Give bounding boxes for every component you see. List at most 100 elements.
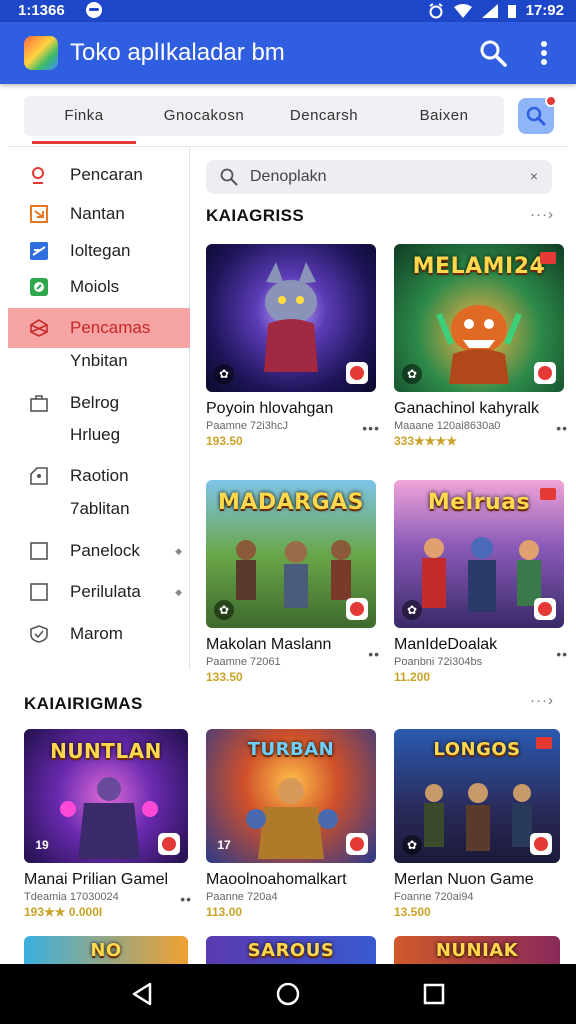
status-clock: 17:92 [525, 2, 564, 19]
square-icon [30, 542, 48, 560]
search-icon [32, 167, 44, 184]
sidebar-item-label: Pencaran [70, 165, 143, 184]
app-card[interactable]: NUNIAK [394, 936, 560, 966]
notification-dot [545, 95, 557, 107]
shield-icon [30, 625, 48, 643]
squad-art [424, 783, 532, 851]
sidebar-item-ioltegan[interactable]: Ioltegan [8, 232, 190, 270]
clear-icon[interactable]: × [530, 168, 538, 184]
tab-finka[interactable]: Finka [24, 96, 144, 144]
system-nav-bar [0, 964, 576, 1024]
warrior-art [246, 778, 338, 859]
section-title: KAIAIRIGMAS [24, 694, 143, 713]
app-thumbnail: LONGOS ✿ [394, 729, 560, 863]
game-icon: ✿ [214, 364, 234, 384]
app-name: Poyoin hlovahgan [206, 400, 334, 417]
sidebar-item-panelock[interactable]: Panelock ◆ [8, 532, 190, 570]
sidebar-item-7ablitan[interactable]: 7ablitan [8, 490, 190, 528]
more-options-icon[interactable]: •• [556, 646, 568, 662]
sidebar-item-marom[interactable]: Marom [8, 615, 190, 653]
app-thumbnail: TURBAN 17 [206, 729, 376, 863]
category-tabs: Finka Gnocakosn Dencarsh Baixen [24, 96, 504, 144]
app-name: Manai Prilian Gamel [24, 871, 169, 888]
play-badge-icon [158, 833, 180, 855]
app-developer: Paamne 72i3hcJ [206, 420, 288, 432]
creature-art [264, 262, 318, 372]
app-card[interactable]: NUNTLAN 19 Manai Prilian Gamel Tdeamia 1… [24, 729, 191, 919]
filter-search-button[interactable] [518, 95, 557, 134]
app-thumbnail: Melruas ✿ [394, 480, 564, 628]
more-vert-icon[interactable] [532, 38, 556, 68]
app-price: 133.50 [206, 670, 243, 684]
flag-icon [540, 252, 556, 264]
heroes-art [422, 537, 541, 612]
app-name: ManIdeDoalak [394, 636, 498, 653]
square-icon [30, 583, 48, 601]
more-options-icon[interactable]: •• [368, 646, 380, 662]
search-icon[interactable] [478, 38, 508, 68]
home-icon[interactable] [274, 980, 302, 1008]
app-developer: Poanbni 72i304bs [394, 656, 483, 668]
app-thumbnail: SAROUS [206, 936, 376, 966]
app-developer: Paamne 72061 [206, 656, 281, 668]
flag-icon [536, 737, 552, 749]
flag-icon [540, 488, 556, 500]
app-name: Merlan Nuon Game [394, 871, 534, 888]
search-placeholder: Denoplakn [250, 168, 327, 185]
app-card[interactable]: MELAMI24 ✿ Ganachinol kahyralk Maaane 12… [394, 244, 567, 448]
sidebar-item-nantan[interactable]: Nantan [8, 195, 190, 233]
app-developer: Maaane 120ai8630a0 [394, 420, 501, 432]
more-options-icon[interactable]: ••• [362, 420, 380, 436]
tab-baixen[interactable]: Baixen [384, 96, 504, 136]
app-card[interactable]: MADARGAS ✿ Makolan Maslann Paamne 72061 … [206, 480, 379, 684]
warrior-art [60, 777, 158, 859]
sidebar-item-hrlueg[interactable]: Hrlueg [8, 416, 190, 454]
back-icon[interactable] [128, 980, 156, 1008]
section-more-button[interactable]: ···› [530, 692, 554, 709]
sidebar-item-label: Ynbitan [70, 351, 128, 370]
app-card[interactable]: Melruas ✿ ManIdeDoalak Poanbni 72i304bs … [394, 480, 567, 684]
sidebar-item-label: 7ablitan [70, 499, 130, 518]
battery-icon [507, 4, 516, 18]
play-badge-icon [534, 598, 556, 620]
sidebar-item-label: Hrlueg [70, 425, 121, 444]
app-price: 193.50 [206, 434, 243, 448]
sidebar-item-ynbitan[interactable]: Ynbitan [8, 342, 190, 380]
app-card[interactable]: LONGOS ✿ Merlan Nuon Game Foanne 720ai94… [394, 729, 560, 919]
sidebar-item-label: Moiols [70, 277, 120, 296]
app-card[interactable]: SAROUS [206, 936, 376, 966]
app-banner-text: NO [90, 940, 122, 961]
app-card[interactable]: TURBAN 17 Maoolnoahomalkart Paanne 720a4… [206, 729, 376, 919]
app-card[interactable]: ✿ Poyoin hlovahgan Paamne 72i3hcJ 193.50… [206, 244, 379, 448]
app-banner-text: NUNIAK [435, 940, 519, 961]
sidebar-item-pencaran[interactable]: Pencaran [8, 156, 190, 194]
sidebar-item-label: Perilulata [70, 582, 141, 601]
app-banner-text: Melruas [427, 490, 531, 515]
download-icon [30, 205, 48, 223]
more-options-icon[interactable]: •• [556, 420, 568, 436]
alarm-icon [429, 2, 443, 18]
sidebar-item-perilulata[interactable]: Perilulata ◆ [8, 573, 190, 611]
game-icon: ✿ [402, 600, 422, 620]
app-name: Maoolnoahomalkart [206, 871, 347, 888]
sidebar-item-moiols[interactable]: Moiols [8, 268, 190, 306]
recents-icon[interactable] [420, 980, 448, 1008]
tab-gnocakosn[interactable]: Gnocakosn [144, 96, 264, 136]
app-thumbnail: MELAMI24 ✿ [394, 244, 564, 392]
status-time: 1:1366 [18, 2, 65, 19]
section-more-button[interactable]: ···› [530, 206, 554, 223]
search-input[interactable]: Denoplakn × [206, 160, 552, 194]
app-card[interactable]: NO [24, 936, 188, 966]
tab-dencarsh[interactable]: Dencarsh [264, 96, 384, 136]
more-options-icon[interactable]: •• [180, 891, 192, 907]
tag-icon [30, 467, 48, 485]
app-thumbnail: NO [24, 936, 188, 966]
app-thumbnail: NUNTLAN 19 [24, 729, 188, 863]
app-banner-text: TURBAN [247, 739, 335, 760]
app-developer: Foanne 720ai94 [394, 891, 474, 903]
age-rating-icon: 17 [217, 838, 231, 852]
sidebar-item-label: Panelock [70, 541, 140, 560]
sidebar-item-label: Pencamas [70, 318, 151, 337]
play-badge-icon [530, 833, 552, 855]
game-icon: ✿ [214, 600, 234, 620]
